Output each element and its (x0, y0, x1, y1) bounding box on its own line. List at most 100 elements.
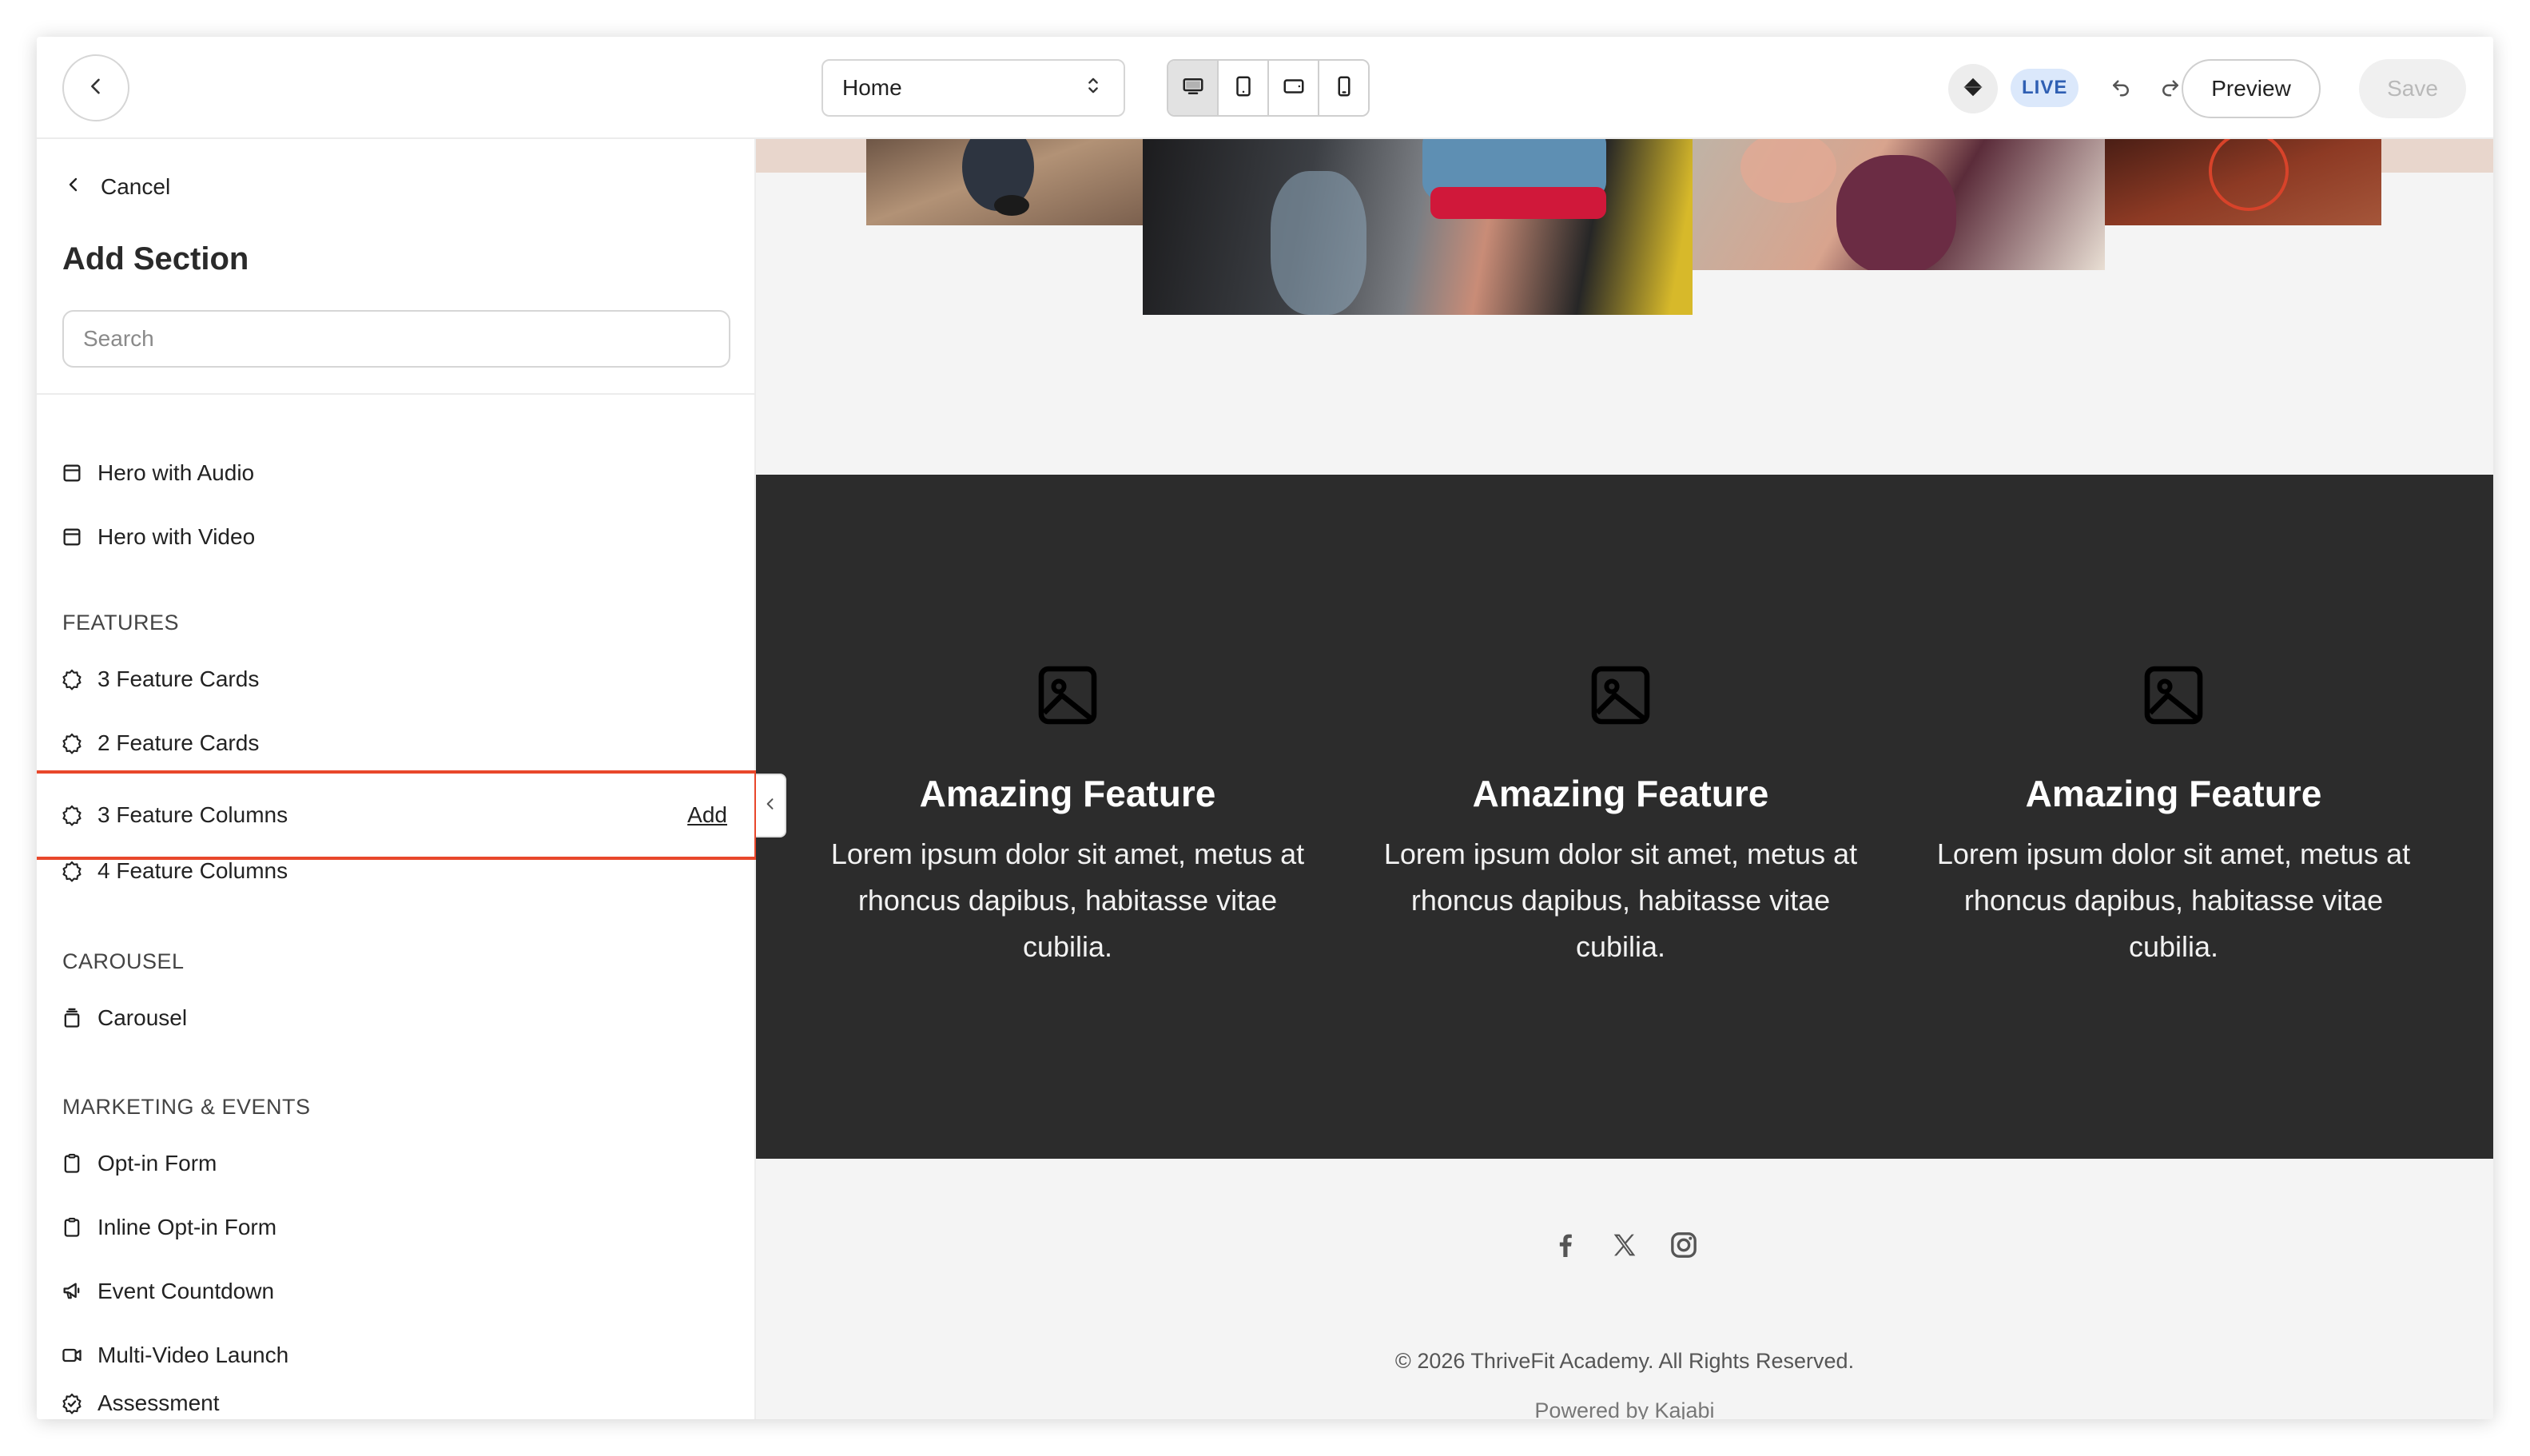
carousel-icon (58, 1004, 86, 1032)
powered-by-text[interactable]: Powered by Kajabi (756, 1398, 2493, 1419)
feature-column: Amazing Feature Lorem ipsum dolor sit am… (1365, 658, 1876, 970)
sidebar-item-label: Assessment (97, 1390, 220, 1415)
copyright-text: © 2026 ThriveFit Academy. All Rights Res… (1394, 1349, 1855, 1373)
sidebar-item-carousel[interactable]: Carousel (37, 986, 756, 1050)
page-select[interactable]: Home (821, 59, 1125, 117)
cancel-button[interactable]: Cancel (64, 174, 170, 200)
facebook-icon[interactable] (1548, 1227, 1583, 1263)
sidebar-item-label: Multi-Video Launch (97, 1343, 289, 1367)
sidebar-item-multi-video-launch[interactable]: Multi-Video Launch (37, 1323, 756, 1387)
device-toggle-group (1167, 59, 1370, 117)
page-select-value: Home (842, 75, 902, 100)
tablet-landscape-icon (1282, 74, 1306, 102)
add-section-sidebar: Cancel Add Section Hero with Audio Hero … (37, 139, 758, 1419)
feature-column: Amazing Feature Lorem ipsum dolor sit am… (1918, 658, 2429, 970)
gallery-image[interactable] (2105, 139, 2381, 225)
x-icon[interactable] (1607, 1227, 1642, 1263)
sidebar-item-label: 3 Feature Cards (97, 666, 260, 691)
sidebar-item-label: 3 Feature Columns (97, 802, 288, 827)
video-camera-icon (58, 1341, 86, 1370)
tablet-portrait-view-button[interactable] (1219, 61, 1269, 115)
photo-detail (1271, 171, 1366, 315)
tablet-landscape-view-button[interactable] (1269, 61, 1319, 115)
cancel-label: Cancel (101, 174, 171, 199)
sidebar-item-event-countdown[interactable]: Event Countdown (37, 1259, 756, 1323)
divider (37, 393, 756, 395)
feature-body: Lorem ipsum dolor sit amet, metus at rho… (1383, 837, 1858, 963)
feature-column: Amazing Feature Lorem ipsum dolor sit am… (812, 658, 1323, 970)
sidebar-title: Add Section (62, 241, 249, 276)
megaphone-icon (58, 1277, 86, 1306)
diamond-icon (1961, 75, 1985, 103)
check-badge-icon (58, 1389, 86, 1418)
brand-diamond-button[interactable] (1948, 64, 1998, 113)
sidebar-item-label: 2 Feature Cards (97, 730, 260, 755)
sidebar-item-label: Event Countdown (97, 1279, 275, 1303)
gallery-image[interactable] (1143, 139, 1693, 315)
sidebar-item-assessment[interactable]: Assessment (37, 1387, 756, 1419)
gallery-image[interactable] (866, 139, 1143, 225)
image-placeholder-icon (1584, 658, 1657, 732)
save-button[interactable]: Save (2359, 59, 2466, 118)
instagram-icon[interactable] (1666, 1227, 1701, 1263)
feature-columns-section[interactable]: Amazing Feature Lorem ipsum dolor sit am… (756, 475, 2493, 1159)
feature-title: Amazing Feature (919, 773, 1216, 814)
sidebar-item-label: Hero with Audio (97, 460, 255, 485)
feature-body: Lorem ipsum dolor sit amet, metus at rho… (830, 837, 1305, 963)
group-heading-features: FEATURES (62, 611, 180, 635)
back-button[interactable] (62, 54, 129, 121)
badge-star-icon (58, 801, 86, 829)
gallery-image[interactable] (1693, 139, 2105, 270)
photo-detail (1740, 139, 1836, 203)
sidebar-item-label: Carousel (97, 1005, 188, 1030)
photo-detail (994, 195, 1029, 216)
badge-star-icon (58, 665, 86, 694)
undo-button[interactable] (2102, 69, 2140, 107)
sidebar-item-hero-with-audio[interactable]: Hero with Audio (37, 441, 756, 505)
tablet-portrait-icon (1231, 74, 1255, 102)
redo-icon (2158, 74, 2182, 102)
mobile-view-button[interactable] (1319, 61, 1368, 115)
clipboard-icon (58, 1213, 86, 1242)
layout-icon (58, 523, 86, 551)
photo-detail (1836, 155, 1956, 270)
chevron-left-icon (762, 796, 778, 816)
desktop-view-button[interactable] (1168, 61, 1219, 115)
sidebar-item-label: Hero with Video (97, 524, 256, 549)
layout-icon (58, 459, 86, 487)
undo-icon (2109, 74, 2133, 102)
sidebar-item-opt-in-form[interactable]: Opt-in Form (37, 1132, 756, 1195)
top-bar: Home LIVE Preview Save (37, 37, 2493, 139)
sidebar-item-label: Inline Opt-in Form (97, 1215, 277, 1239)
sidebar-item-4-feature-columns[interactable]: 4 Feature Columns (37, 839, 756, 903)
clipboard-icon (58, 1149, 86, 1178)
site-builder-window: Home LIVE Preview Save Cancel Add Sectio… (37, 37, 2493, 1419)
sidebar-item-inline-opt-in-form[interactable]: Inline Opt-in Form (37, 1195, 756, 1259)
search-input[interactable] (62, 310, 730, 368)
sidebar-item-hero-with-video[interactable]: Hero with Video (37, 505, 756, 569)
up-down-chevron-icon (1082, 74, 1104, 102)
photo-detail (2209, 139, 2289, 211)
add-section-link[interactable]: Add (687, 802, 727, 828)
chevron-left-icon (64, 174, 83, 200)
sidebar-item-3-feature-cards[interactable]: 3 Feature Cards (37, 647, 756, 711)
group-heading-marketing-events: MARKETING & EVENTS (62, 1095, 311, 1119)
badge-star-icon (58, 857, 86, 885)
page-preview-canvas: Amazing Feature Lorem ipsum dolor sit am… (756, 139, 2493, 1419)
sidebar-item-2-feature-cards[interactable]: 2 Feature Cards (37, 711, 756, 775)
mobile-icon (1332, 74, 1356, 102)
feature-title: Amazing Feature (1472, 773, 1769, 814)
preview-button[interactable]: Preview (2182, 59, 2321, 118)
sidebar-item-label: Opt-in Form (97, 1151, 217, 1176)
chevron-left-icon (85, 75, 107, 101)
feature-body: Lorem ipsum dolor sit amet, metus at rho… (1936, 837, 2411, 963)
desktop-icon (1181, 74, 1205, 102)
group-heading-carousel: CAROUSEL (62, 949, 185, 973)
footer-social-links (756, 1227, 2493, 1263)
feature-title: Amazing Feature (2025, 773, 2322, 814)
image-placeholder-icon (1031, 658, 1104, 732)
collapse-sidebar-button[interactable] (756, 774, 786, 837)
sidebar-item-label: 4 Feature Columns (97, 858, 288, 883)
live-status-badge: LIVE (2011, 69, 2079, 107)
image-placeholder-icon (2137, 658, 2210, 732)
